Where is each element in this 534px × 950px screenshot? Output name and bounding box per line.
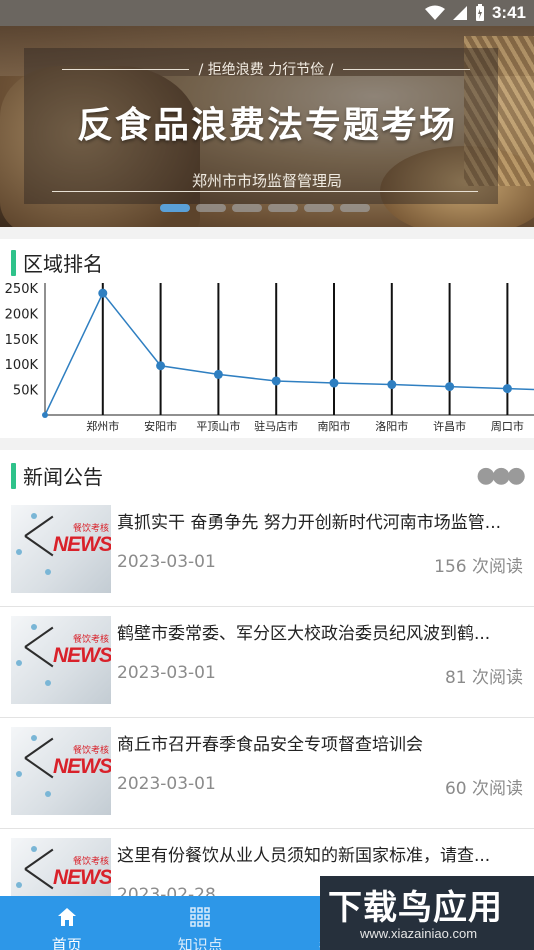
- news-thumbnail: 餐饮考核 NEWS: [11, 505, 111, 593]
- y-tick-label: 250K: [5, 282, 39, 297]
- news-thumbnail: 餐饮考核 NEWS: [11, 727, 111, 815]
- carousel-dot[interactable]: [304, 204, 334, 212]
- x-tick-label: 郑州市: [86, 419, 119, 433]
- news-views: 60 次阅读: [444, 779, 523, 799]
- y-tick-label: 50K: [13, 384, 39, 399]
- banner-subtitle: 郑州市市场监督管理局: [191, 172, 342, 190]
- news-date: 2023-03-01: [117, 663, 216, 683]
- x-tick-label: 平顶山市: [196, 419, 240, 433]
- news-date: 2023-03-01: [117, 774, 216, 794]
- signal-icon: [452, 6, 467, 20]
- status-bar: 3:41: [0, 0, 534, 26]
- nav-tab-1[interactable]: 知识点: [134, 896, 268, 950]
- clock: 3:41: [491, 3, 526, 22]
- wifi-icon: [424, 5, 445, 20]
- banner-tagline: / 拒绝浪费 力行节俭 /: [198, 62, 334, 78]
- data-point: [213, 369, 223, 379]
- section-title: 区域排名: [23, 252, 103, 276]
- news-thumbnail: 餐饮考核 NEWS: [11, 616, 111, 704]
- region-ranking-header: 区域排名: [0, 246, 534, 280]
- news-logo-text: NEWS: [53, 644, 111, 667]
- news-list-item[interactable]: 餐饮考核 NEWS 鹤壁市委常委、军分区大校政治委员纪风波到鹤... 2023-03-…: [0, 607, 534, 718]
- nav-tab-0[interactable]: 首页: [0, 896, 134, 950]
- banner-title: 反食品浪费法专题考场: [76, 105, 457, 146]
- x-tick-label: 许昌市: [433, 419, 466, 433]
- news-list-item[interactable]: 餐饮考核 NEWS 真抓实干 奋勇争先 努力开创新时代河南市场监管... 2023-0…: [0, 496, 534, 607]
- x-tick-label: 周口市: [491, 419, 524, 433]
- data-point: [98, 288, 108, 298]
- news-headline: 真抓实干 奋勇争先 努力开创新时代河南市场监管...: [117, 513, 502, 533]
- data-point: [42, 412, 48, 418]
- nav-tab-label: 首页: [51, 936, 82, 950]
- carousel-dot[interactable]: [160, 204, 190, 212]
- data-point: [271, 376, 281, 386]
- news-views: 156 次阅读: [434, 557, 523, 577]
- section-accent-bar: [11, 463, 16, 489]
- carousel-dot[interactable]: [196, 204, 226, 212]
- nav-tab-label: 知识点: [177, 936, 223, 950]
- battery-icon: [475, 4, 484, 21]
- carousel-dot[interactable]: [232, 204, 262, 212]
- data-point: [156, 361, 166, 371]
- carousel-dot[interactable]: [340, 204, 370, 212]
- app-screen: 3:41 / 拒绝浪费 力行节俭 / 反食品浪费法专题考场 郑州市市场监督管理局…: [0, 0, 534, 950]
- news-list-item[interactable]: 餐饮考核 NEWS 商丘市召开春季食品安全专项督查培训会 2023-03-01 60 次…: [0, 718, 534, 829]
- section-accent-bar: [11, 250, 16, 276]
- news-headline: 鹤壁市委常委、军分区大校政治委员纪风波到鹤...: [117, 624, 491, 644]
- home-icon: [56, 906, 78, 932]
- news-logo-text: NEWS: [53, 533, 111, 556]
- news-views: 81 次阅读: [444, 668, 523, 688]
- grid-icon: [189, 906, 211, 932]
- section-title: 新闻公告: [23, 465, 103, 489]
- watermark-logo: 下载鸟应用 www.xiazainiao.com: [320, 876, 534, 950]
- news-date: 2023-03-01: [117, 552, 216, 572]
- data-point: [329, 378, 339, 388]
- carousel-dot[interactable]: [268, 204, 298, 212]
- y-tick-label: 100K: [5, 358, 39, 373]
- data-point: [502, 384, 512, 394]
- data-point: [387, 380, 397, 390]
- x-tick-label: 驻马店市: [254, 419, 298, 433]
- more-dots-icon[interactable]: ●●●: [476, 465, 526, 487]
- banner-carousel[interactable]: / 拒绝浪费 力行节俭 / 反食品浪费法专题考场 郑州市市场监督管理局: [0, 26, 534, 227]
- carousel-indicators: [160, 204, 370, 212]
- data-point: [445, 382, 455, 392]
- x-tick-label: 洛阳市: [375, 419, 408, 433]
- y-tick-label: 150K: [5, 333, 39, 348]
- news-headline: 这里有份餐饮从业人员须知的新国家标准，请查...: [117, 846, 491, 866]
- news-logo-text: NEWS: [53, 866, 111, 889]
- region-ranking-chart: 50K 100K 150K 200K 250K 郑州市 安阳市 平顶山市 驻马店市 南阳市 洛阳市 许…: [5, 282, 534, 433]
- y-tick-label: 200K: [5, 307, 39, 322]
- x-tick-label: 南阳市: [318, 419, 351, 433]
- news-logo-text: NEWS: [53, 755, 111, 778]
- series-line: [44, 291, 534, 416]
- news-headline: 商丘市召开春季食品安全专项督查培训会: [117, 735, 423, 755]
- x-tick-label: 安阳市: [144, 419, 177, 433]
- news-header: 新闻公告 ●●●: [0, 459, 534, 493]
